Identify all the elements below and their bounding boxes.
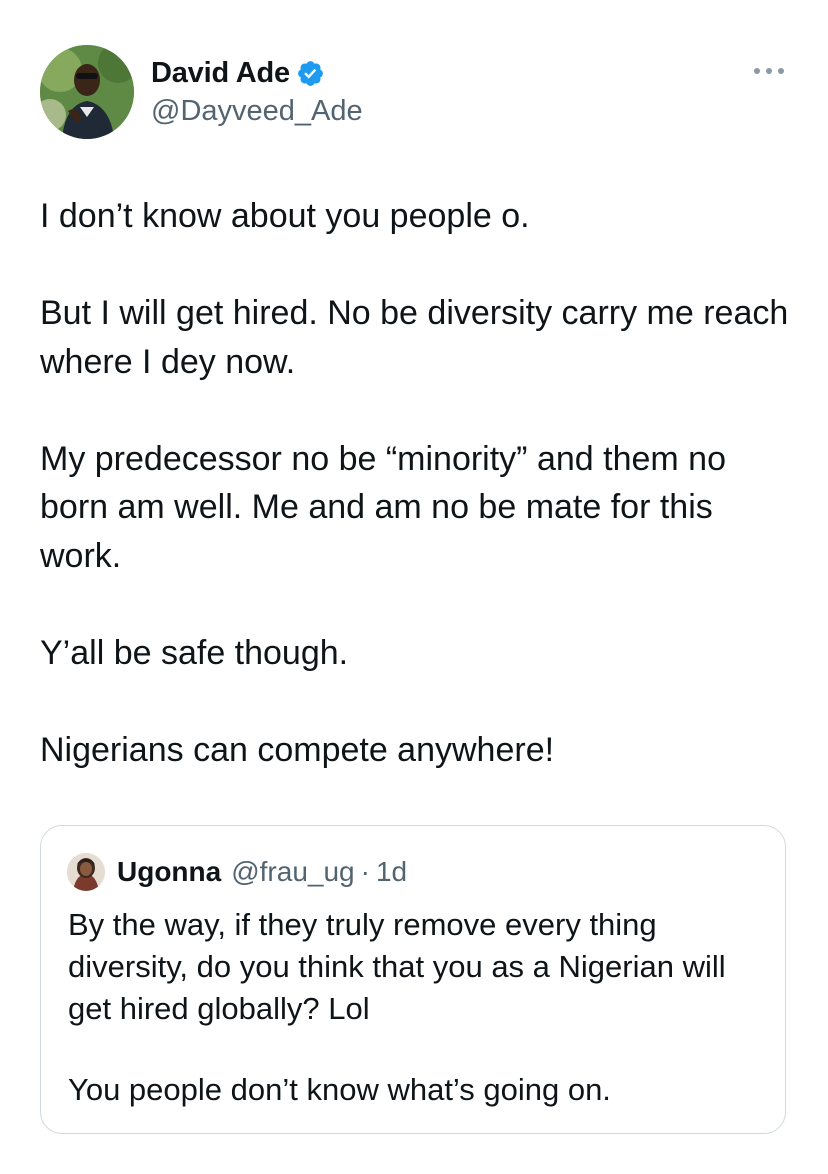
quoted-display-name[interactable]: Ugonna (117, 856, 221, 888)
tweet-text: I don’t know about you people o. But I w… (40, 192, 790, 823)
author-avatar[interactable] (40, 45, 134, 139)
quoted-tweet[interactable]: Ugonna @frau_ug · 1d By the way, if they… (40, 825, 786, 1134)
separator-dot: · (360, 856, 370, 887)
quoted-profile-photo (67, 853, 105, 891)
author-name-row: David Ade (151, 55, 325, 91)
verified-badge-icon (296, 59, 325, 88)
author-display-name[interactable]: David Ade (151, 57, 290, 90)
more-options-icon[interactable] (754, 65, 784, 77)
author-handle[interactable]: @Dayveed_Ade (151, 95, 363, 128)
tweet-card: David Ade @Dayveed_Ade I don’t know abou… (0, 0, 828, 1174)
tweet-header: David Ade @Dayveed_Ade (40, 45, 788, 141)
profile-photo-image (40, 45, 134, 139)
tweet-paragraph: My predecessor no be “minority” and them… (40, 439, 726, 575)
tweet-paragraph: Nigerians can compete anywhere! (40, 730, 555, 769)
more-dot (766, 68, 772, 74)
quoted-handle[interactable]: @frau_ug (231, 856, 354, 888)
quoted-tweet-header: Ugonna @frau_ug · 1d (67, 852, 407, 892)
quoted-paragraph: By the way, if they truly remove every t… (68, 907, 726, 1026)
tweet-paragraph: But I will get hired. No be diversity ca… (40, 294, 789, 381)
more-dot (778, 68, 784, 74)
quoted-timestamp[interactable]: 1d (376, 856, 407, 888)
more-dot (754, 68, 760, 74)
tweet-paragraph: Y’all be safe though. (40, 633, 349, 672)
quoted-tweet-text: By the way, if they truly remove every t… (68, 904, 768, 1150)
quoted-author-avatar[interactable] (67, 853, 105, 891)
tweet-paragraph: I don’t know about you people o. (40, 197, 530, 235)
quoted-paragraph: You people don’t know what’s going on. (68, 1072, 611, 1107)
